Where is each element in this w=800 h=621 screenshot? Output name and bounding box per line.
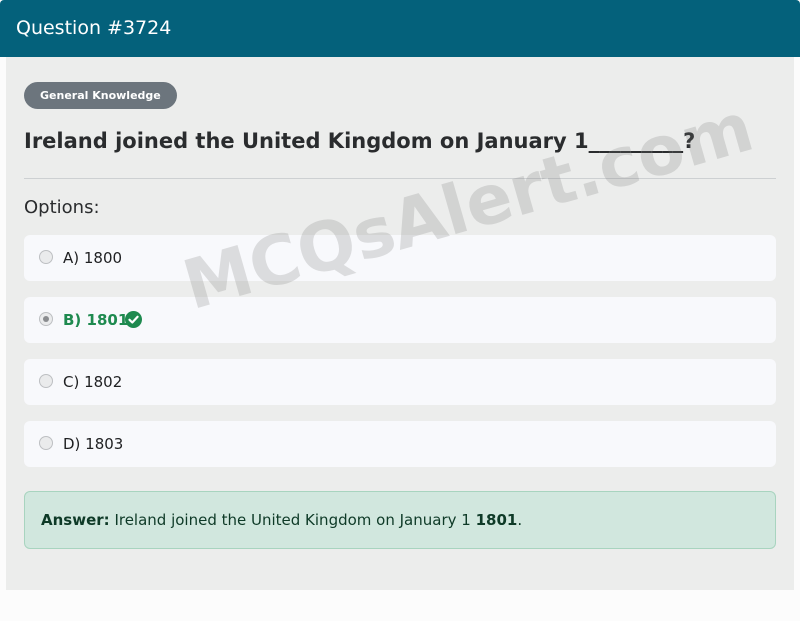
answer-value: 1801 <box>475 511 518 529</box>
option-c-label: C) 1802 <box>63 373 123 391</box>
question-header: Question #3724 <box>0 0 800 57</box>
option-b-label: B) 1801 <box>63 311 129 329</box>
divider <box>24 178 776 179</box>
option-a-radio[interactable] <box>39 250 53 264</box>
option-c-radio[interactable] <box>39 374 53 388</box>
question-text: Ireland joined the United Kingdom on Jan… <box>24 129 696 153</box>
option-d-radio[interactable] <box>39 436 53 450</box>
answer-prefix: Answer: <box>41 511 110 529</box>
options-label: Options: <box>24 197 100 218</box>
answer-box: Answer: Ireland joined the United Kingdo… <box>24 491 776 549</box>
option-b-radio[interactable] <box>39 312 53 326</box>
check-circle-icon <box>125 311 142 328</box>
category-badge[interactable]: General Knowledge <box>24 82 177 109</box>
option-d[interactable]: D) 1803 <box>24 421 776 467</box>
answer-text: Ireland joined the United Kingdom on Jan… <box>114 511 471 529</box>
option-a[interactable]: A) 1800 <box>24 235 776 281</box>
answer-suffix: . <box>517 511 523 529</box>
question-number-title: Question #3724 <box>16 17 172 39</box>
option-a-label: A) 1800 <box>63 249 123 267</box>
option-c[interactable]: C) 1802 <box>24 359 776 405</box>
option-b[interactable]: B) 1801 <box>24 297 776 343</box>
option-d-label: D) 1803 <box>63 435 124 453</box>
